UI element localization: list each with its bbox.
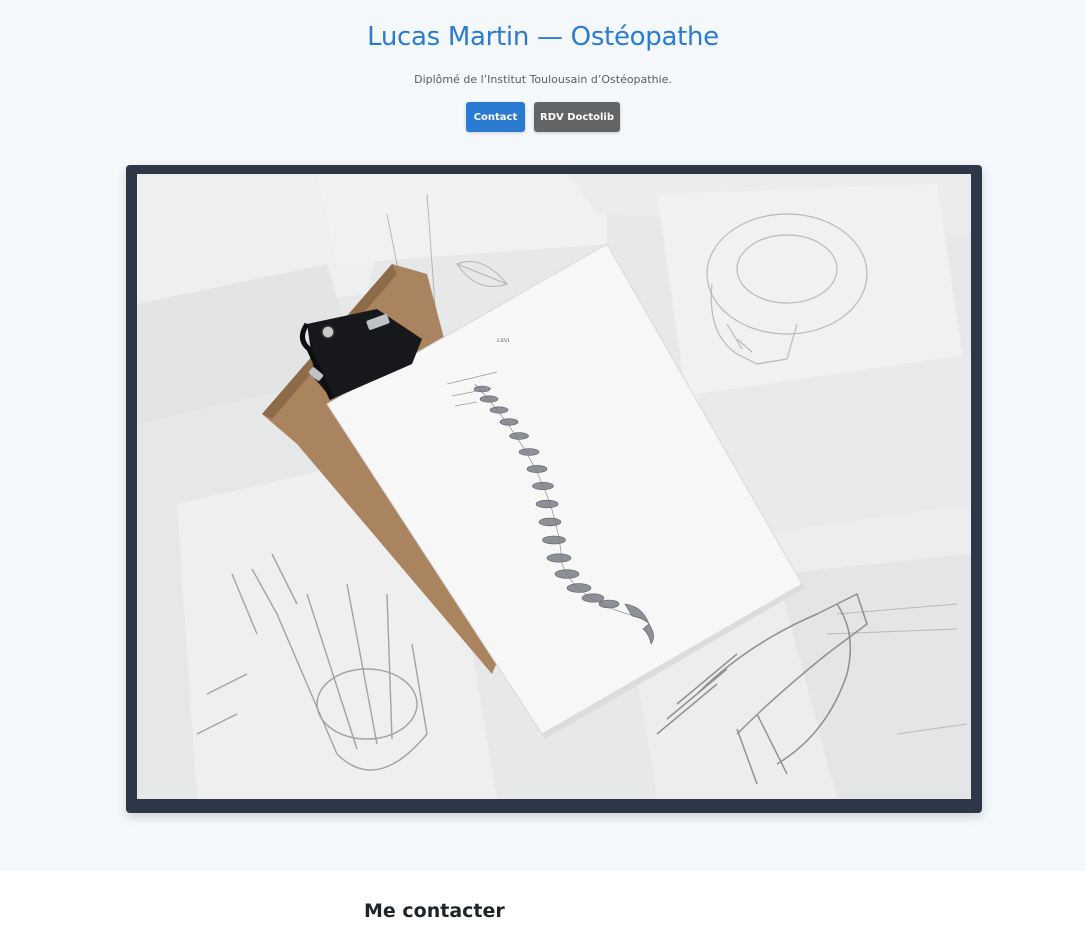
- hero-buttons: Contact RDV Doctolib: [0, 102, 1086, 132]
- contact-title: Me contacter: [364, 900, 505, 922]
- photo-frame: LXVI: [126, 165, 982, 813]
- sheet-header-text: LXVI: [497, 338, 509, 344]
- hero-section: Lucas Martin — Ostéopathe Diplômé de l’I…: [0, 0, 1086, 871]
- contact-section: Me contacter: [0, 871, 1086, 942]
- hero-subtitle: Diplômé de l’Institut Toulousain d’Ostéo…: [414, 73, 672, 86]
- doctolib-button[interactable]: RDV Doctolib: [534, 102, 620, 132]
- page-title: Lucas Martin — Ostéopathe: [367, 22, 719, 52]
- contact-button[interactable]: Contact: [466, 102, 525, 132]
- anatomy-photo: LXVI: [137, 174, 971, 799]
